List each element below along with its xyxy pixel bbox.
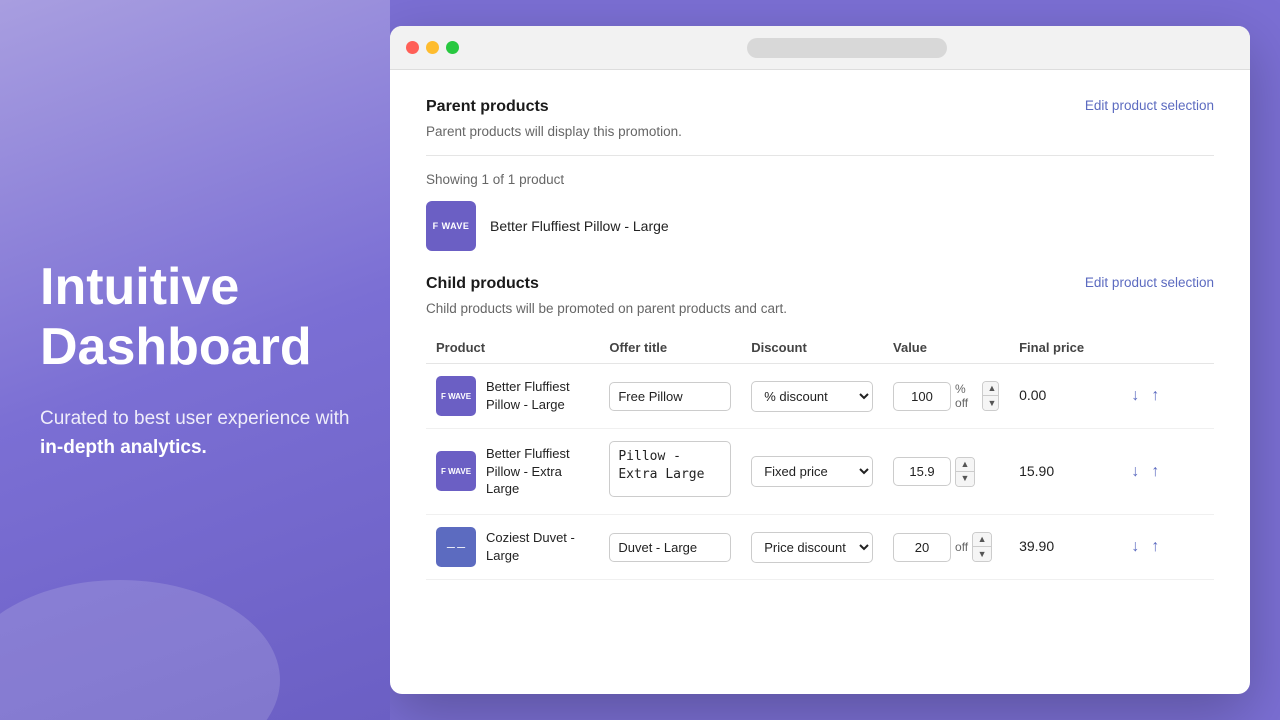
child-section-desc: Child products will be promoted on paren…: [426, 301, 1214, 316]
row1-final-price: 0.00: [1019, 387, 1046, 403]
table-header-row: Product Offer title Discount Value Final…: [426, 332, 1214, 364]
child-section-header: Child products Edit product selection: [426, 275, 1214, 293]
row3-value-input[interactable]: [893, 533, 951, 562]
row1-value-input[interactable]: [893, 382, 951, 411]
parent-section-desc: Parent products will display this promot…: [426, 124, 1214, 139]
row1-move-up[interactable]: ↑: [1149, 385, 1161, 407]
row2-offer-input[interactable]: Pillow - Extra Large: [609, 441, 731, 497]
row3-discount-select[interactable]: % discount Fixed price Price discount: [751, 532, 873, 563]
row1-move-down[interactable]: ↓: [1129, 385, 1141, 407]
row2-final-price: 15.90: [1019, 463, 1054, 479]
row1-thumb: F WAVE: [436, 376, 476, 416]
titlebar-center: [459, 38, 1234, 58]
row3-actions-cell: ↓ ↑: [1119, 515, 1214, 580]
row1-value-suffix: % off: [955, 382, 978, 410]
row3-value-suffix: off: [955, 540, 968, 554]
row3-thumb: — —: [436, 527, 476, 567]
maximize-button[interactable]: [446, 41, 459, 54]
parent-edit-link[interactable]: Edit product selection: [1085, 98, 1214, 113]
row1-stepper-up[interactable]: ▲: [983, 382, 999, 396]
row1-actions-cell: ↓ ↑: [1119, 364, 1214, 429]
parent-product-row: F WAVE Better Fluffiest Pillow - Large: [426, 201, 1214, 251]
parent-section-title: Parent products: [426, 98, 549, 116]
row3-product-name: Coziest Duvet - Large: [486, 529, 589, 564]
child-section-title: Child products: [426, 275, 539, 293]
col-header-product: Product: [426, 332, 599, 364]
traffic-lights: [406, 41, 459, 54]
hero-description: Curated to best user experience with in-…: [40, 405, 350, 462]
parent-divider: [426, 155, 1214, 156]
products-table: Product Offer title Discount Value Final…: [426, 332, 1214, 580]
row2-value-wrapper: ▲ ▼: [893, 457, 999, 487]
showing-count: Showing 1 of 1 product: [426, 172, 1214, 187]
row3-stepper: ▲ ▼: [972, 532, 992, 562]
row2-product-info: F WAVE Better Fluffiest Pillow - Extra L…: [436, 445, 589, 498]
left-panel: Intuitive Dashboard Curated to best user…: [0, 0, 390, 720]
row3-move-up[interactable]: ↑: [1149, 536, 1161, 558]
row2-final-cell: 15.90: [1009, 429, 1119, 515]
row1-offer-input[interactable]: [609, 382, 731, 411]
parent-section-header: Parent products Edit product selection: [426, 98, 1214, 116]
row2-discount-cell: % discount Fixed price Price discount: [741, 429, 883, 515]
col-header-value: Value: [883, 332, 1009, 364]
row2-stepper: ▲ ▼: [955, 457, 975, 487]
parent-product-name: Better Fluffiest Pillow - Large: [490, 218, 669, 234]
row3-final-cell: 39.90: [1009, 515, 1119, 580]
child-edit-link[interactable]: Edit product selection: [1085, 275, 1214, 290]
app-window: Parent products Edit product selection P…: [390, 26, 1250, 694]
col-header-actions: [1119, 332, 1214, 364]
row2-value-input[interactable]: [893, 457, 951, 486]
table-row: F WAVE Better Fluffiest Pillow - Extra L…: [426, 429, 1214, 515]
row1-value-cell: % off ▲ ▼: [883, 364, 1009, 429]
row3-value-cell: off ▲ ▼: [883, 515, 1009, 580]
row2-product-cell: F WAVE Better Fluffiest Pillow - Extra L…: [426, 429, 599, 515]
row1-discount-select[interactable]: % discount Fixed price Price discount: [751, 381, 873, 412]
row2-stepper-down[interactable]: ▼: [956, 472, 974, 486]
hero-title: Intuitive Dashboard: [40, 258, 350, 378]
row3-offer-cell: [599, 515, 741, 580]
window-wrap: Parent products Edit product selection P…: [390, 0, 1280, 720]
parent-product-thumb: F WAVE: [426, 201, 476, 251]
row2-thumb: F WAVE: [436, 451, 476, 491]
row3-offer-input[interactable]: [609, 533, 731, 562]
row2-offer-cell: Pillow - Extra Large: [599, 429, 741, 515]
url-bar[interactable]: [747, 38, 947, 58]
window-content: Parent products Edit product selection P…: [390, 70, 1250, 694]
table-row: — — Coziest Duvet - Large % discount Fix…: [426, 515, 1214, 580]
row3-final-price: 39.90: [1019, 538, 1054, 554]
col-header-discount: Discount: [741, 332, 883, 364]
row1-value-wrapper: % off ▲ ▼: [893, 381, 999, 411]
close-button[interactable]: [406, 41, 419, 54]
table-row: F WAVE Better Fluffiest Pillow - Large %…: [426, 364, 1214, 429]
row1-product-name: Better Fluffiest Pillow - Large: [486, 378, 589, 413]
row1-final-cell: 0.00: [1009, 364, 1119, 429]
row2-actions: ↓ ↑: [1129, 461, 1204, 483]
row2-move-up[interactable]: ↑: [1149, 461, 1161, 483]
row3-stepper-down[interactable]: ▼: [973, 547, 991, 561]
row3-move-down[interactable]: ↓: [1129, 536, 1141, 558]
row3-value-wrapper: off ▲ ▼: [893, 532, 999, 562]
row3-discount-cell: % discount Fixed price Price discount: [741, 515, 883, 580]
row2-stepper-up[interactable]: ▲: [956, 458, 974, 472]
row2-value-cell: ▲ ▼: [883, 429, 1009, 515]
row3-product-info: — — Coziest Duvet - Large: [436, 527, 589, 567]
row2-move-down[interactable]: ↓: [1129, 461, 1141, 483]
row1-product-cell: F WAVE Better Fluffiest Pillow - Large: [426, 364, 599, 429]
row1-stepper-down[interactable]: ▼: [983, 396, 999, 410]
row1-actions: ↓ ↑: [1129, 385, 1204, 407]
row1-offer-cell: [599, 364, 741, 429]
row1-product-info: F WAVE Better Fluffiest Pillow - Large: [436, 376, 589, 416]
row1-discount-cell: % discount Fixed price Price discount: [741, 364, 883, 429]
col-header-offer: Offer title: [599, 332, 741, 364]
titlebar: [390, 26, 1250, 70]
row2-product-name: Better Fluffiest Pillow - Extra Large: [486, 445, 589, 498]
minimize-button[interactable]: [426, 41, 439, 54]
row3-stepper-up[interactable]: ▲: [973, 533, 991, 547]
row3-actions: ↓ ↑: [1129, 536, 1204, 558]
row2-actions-cell: ↓ ↑: [1119, 429, 1214, 515]
row3-product-cell: — — Coziest Duvet - Large: [426, 515, 599, 580]
row2-discount-select[interactable]: % discount Fixed price Price discount: [751, 456, 873, 487]
row1-stepper: ▲ ▼: [982, 381, 999, 411]
col-header-final: Final price: [1009, 332, 1119, 364]
